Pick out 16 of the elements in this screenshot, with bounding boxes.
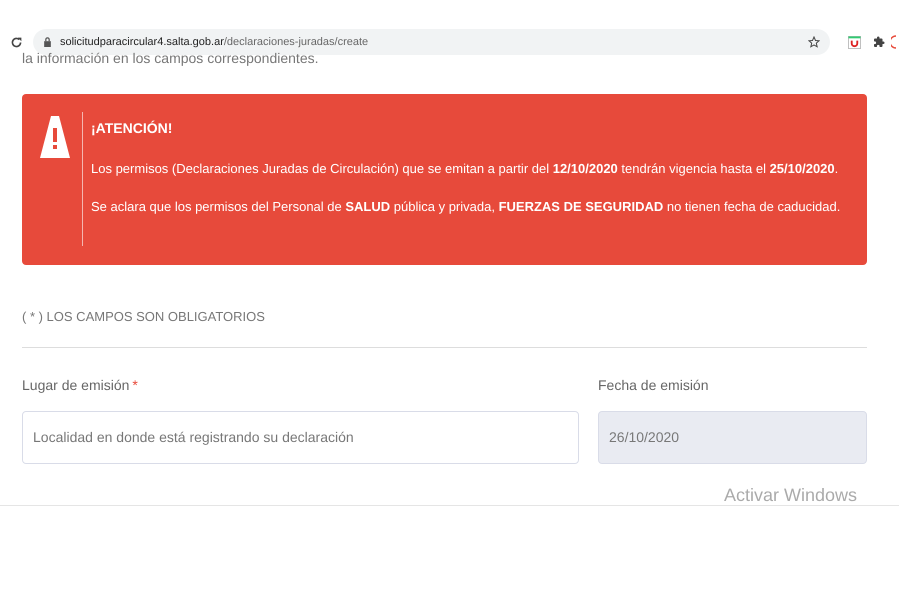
field-label: Fecha de emisión xyxy=(598,376,709,395)
required-mark: * xyxy=(132,376,138,395)
reload-icon[interactable] xyxy=(10,36,23,48)
extension-icon[interactable] xyxy=(848,36,861,48)
lock-icon xyxy=(43,37,52,47)
activation-watermark: Activar Windows xyxy=(724,484,858,507)
field-label: Lugar de emisión xyxy=(22,376,130,395)
star-icon[interactable] xyxy=(808,36,820,48)
required-note: ( * ) LOS CAMPOS SON OBLIGATORIOS xyxy=(22,308,266,326)
alert-title: ¡ATENCIÓN! xyxy=(91,119,174,138)
warning-icon xyxy=(40,114,70,160)
alert-text: Los permisos (Declaraciones Juradas de Circulación) que se emitan a partir del 12/10/2020 tendrán vigencia hasta el 25/10/2020. xyxy=(91,160,840,178)
input-field[interactable]: Localidad en donde está registrando su declaración xyxy=(22,410,579,464)
url-text: solicitudparacircular4.salta.gob.ar/declaraciones-juradas/create xyxy=(60,34,370,50)
puzzle-icon[interactable] xyxy=(873,36,885,48)
alert-text: Se aclara que los permisos del Personal de SALUD pública y privada, FUERZAS DE SEGURIDAD no tienen fecha de caducidad. xyxy=(91,198,840,216)
